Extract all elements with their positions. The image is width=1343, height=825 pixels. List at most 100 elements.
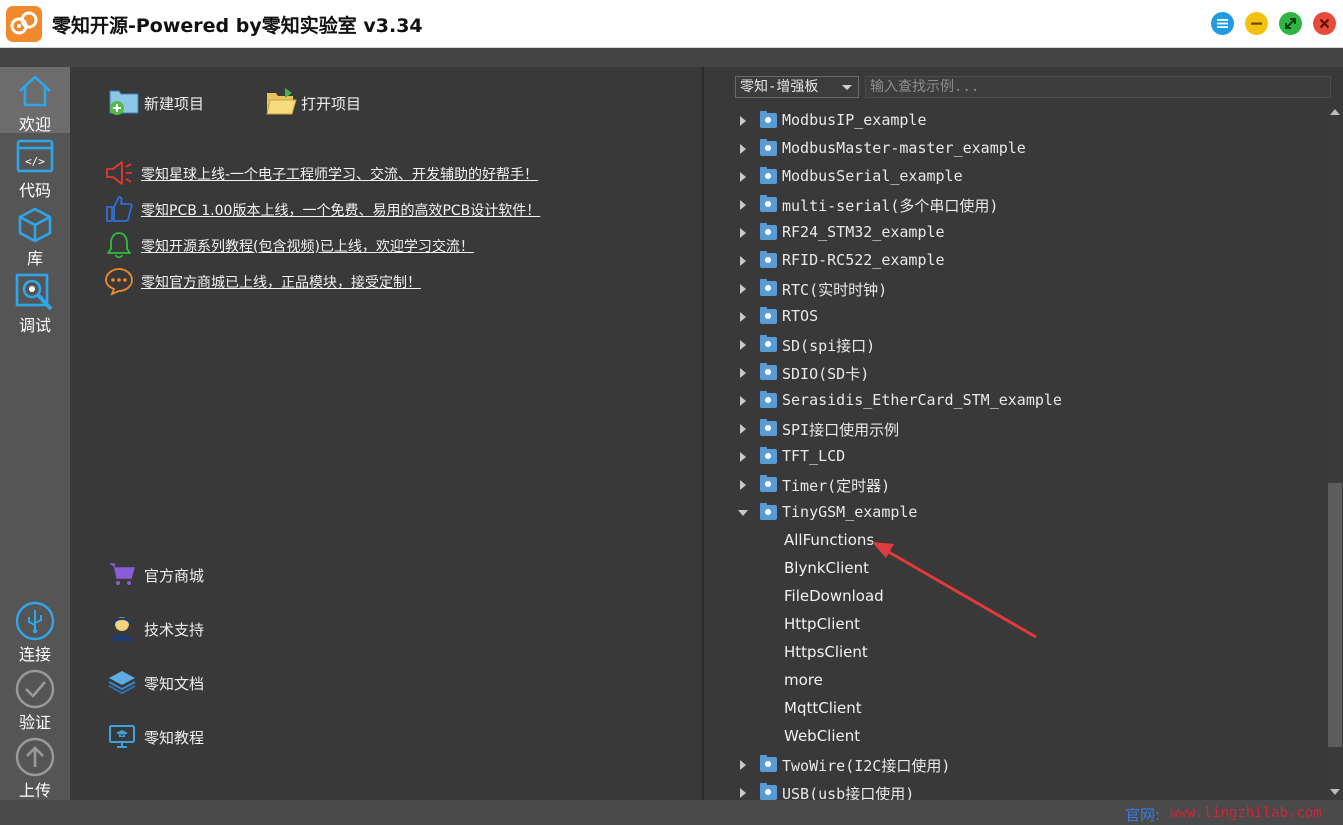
tree-example-row[interactable]: more: [704, 667, 1324, 695]
expand-right-arrow-icon[interactable]: [740, 284, 746, 294]
tree-folder-row[interactable]: USB(usb接口使用): [704, 779, 1324, 800]
scroll-down-arrow[interactable]: [1330, 789, 1340, 795]
toolbar-strip: [0, 48, 1343, 67]
close-icon[interactable]: [1313, 12, 1336, 35]
tree-folder-row[interactable]: ModbusSerial_example: [704, 163, 1324, 191]
new-project-button[interactable]: 新建项目: [108, 85, 228, 121]
tree-folder-row[interactable]: RFID-RC522_example: [704, 247, 1324, 275]
tree-folder-label: RFID-RC522_example: [782, 251, 945, 269]
tree-example-row[interactable]: HttpClient: [704, 611, 1324, 639]
chat-bubble-icon: [105, 268, 133, 296]
news-link[interactable]: 零知PCB 1.00版本上线，一个免费、易用的高效PCB设计软件！: [141, 200, 540, 220]
maximize-icon[interactable]: [1279, 12, 1302, 35]
folder-icon: [760, 195, 777, 212]
expand-right-arrow-icon[interactable]: [740, 340, 746, 350]
tree-folder-label: ModbusMaster-master_example: [782, 139, 1026, 157]
tree-folder-row[interactable]: SD(spi接口): [704, 331, 1324, 359]
news-link[interactable]: 零知官方商城已上线，正品模块，接受定制！: [141, 272, 421, 292]
tree-folder-row[interactable]: SDIO(SD卡): [704, 359, 1324, 387]
sidebar-item-label: 上传: [18, 781, 51, 800]
scrollbar-thumb[interactable]: [1328, 483, 1342, 747]
expand-right-arrow-icon[interactable]: [740, 424, 746, 434]
sidebar-item-connect[interactable]: 连接: [0, 597, 70, 664]
tree-example-label: HttpClient: [784, 615, 860, 633]
sidebar-item-code[interactable]: </> 代码: [0, 133, 70, 200]
folder-icon: [760, 363, 777, 380]
tree-folder-row[interactable]: RTOS: [704, 303, 1324, 331]
expand-right-arrow-icon[interactable]: [740, 396, 746, 406]
expand-right-arrow-icon[interactable]: [740, 228, 746, 238]
usb-icon: [15, 601, 55, 641]
open-folder-icon: [266, 88, 297, 115]
cube-icon: [18, 207, 52, 243]
tree-example-label: AllFunctions: [784, 531, 875, 549]
news-link[interactable]: 零知星球上线-一个电子工程师学习、交流、开发辅助的好帮手！: [141, 164, 538, 184]
minimize-icon[interactable]: [1245, 12, 1268, 35]
tree-folder-row[interactable]: TinyGSM_example: [704, 499, 1324, 527]
expand-right-arrow-icon[interactable]: [740, 144, 746, 154]
expand-right-arrow-icon[interactable]: [740, 200, 746, 210]
tree-example-row[interactable]: WebClient: [704, 723, 1324, 751]
tree-folder-row[interactable]: TFT_LCD: [704, 443, 1324, 471]
tree-folder-label: USB(usb接口使用): [782, 785, 915, 800]
menu-icon[interactable]: [1211, 12, 1234, 35]
expand-right-arrow-icon[interactable]: [740, 172, 746, 182]
tree-example-row[interactable]: FileDownload: [704, 583, 1324, 611]
expand-right-arrow-icon[interactable]: [740, 480, 746, 490]
sidebar-item-welcome[interactable]: 欢迎: [0, 67, 70, 134]
scroll-up-arrow[interactable]: [1330, 109, 1340, 115]
tree-folder-row[interactable]: ModbusMaster-master_example: [704, 135, 1324, 163]
open-project-button[interactable]: 打开项目: [265, 85, 385, 121]
sidebar-item-library[interactable]: 库: [0, 201, 70, 268]
tree-folder-row[interactable]: SPI接口使用示例: [704, 415, 1324, 443]
sidebar-item-label: 验证: [18, 713, 51, 732]
folder-icon: [760, 419, 777, 436]
news-link[interactable]: 零知开源系列教程(包含视频)已上线，欢迎学习交流！: [141, 236, 474, 256]
expand-right-arrow-icon[interactable]: [740, 312, 746, 322]
expand-right-arrow-icon[interactable]: [740, 368, 746, 378]
tree-folder-label: SDIO(SD卡): [782, 365, 870, 383]
tree-folder-row[interactable]: multi-serial(多个串口使用): [704, 191, 1324, 219]
tree-folder-label: RTOS: [782, 307, 819, 325]
window-title: 零知开源-Powered by零知实验室 v3.34: [52, 15, 423, 37]
tree-example-row[interactable]: AllFunctions: [704, 527, 1324, 555]
folder-icon: [760, 139, 777, 156]
sidebar-item-debug[interactable]: 调试: [0, 268, 70, 335]
tree-folder-row[interactable]: TwoWire(I2C接口使用): [704, 751, 1324, 779]
tree-example-row[interactable]: HttpsClient: [704, 639, 1324, 667]
sidebar-item-verify[interactable]: 验证: [0, 665, 70, 732]
tree-example-row[interactable]: BlynkClient: [704, 555, 1324, 583]
tree-example-row[interactable]: MqttClient: [704, 695, 1324, 723]
tree-folder-row[interactable]: RF24_STM32_example: [704, 219, 1324, 247]
sidebar-item-label: 连接: [18, 645, 51, 664]
tree-folder-row[interactable]: Timer(定时器): [704, 471, 1324, 499]
docs-link[interactable]: 零知文档: [108, 668, 308, 698]
debug-icon: [15, 273, 53, 311]
tree-example-label: WebClient: [784, 727, 861, 745]
expand-right-arrow-icon[interactable]: [740, 760, 746, 770]
example-search-input[interactable]: [865, 76, 1331, 98]
tree-folder-row[interactable]: Serasidis_EtherCard_STM_example: [704, 387, 1324, 415]
examples-tree: ModbusIP_example ModbusMaster-master_exam…: [704, 107, 1324, 800]
tree-folder-label: Timer(定时器): [782, 477, 891, 495]
home-icon: [19, 75, 51, 107]
expand-right-arrow-icon[interactable]: [740, 788, 746, 798]
tree-folder-label: RTC(实时时钟): [782, 281, 888, 299]
tree-folder-row[interactable]: ModbusIP_example: [704, 107, 1324, 135]
tech-support-link[interactable]: 技术支持: [108, 614, 308, 644]
website-link[interactable]: www.lingzhilab.com: [1170, 805, 1322, 821]
tree-folder-row[interactable]: RTC(实时时钟): [704, 275, 1324, 303]
welcome-panel: 新建项目 打开项目 零知星球上线-一个电子工程师学习、交流、开发辅助的好帮手！ …: [70, 67, 702, 800]
bell-icon: [107, 232, 131, 259]
board-select[interactable]: 零知-增强板: [735, 76, 859, 98]
website-label: 官网:: [1125, 806, 1161, 824]
expand-right-arrow-icon[interactable]: [740, 256, 746, 266]
expand-right-arrow-icon[interactable]: [740, 452, 746, 462]
tree-folder-label: SD(spi接口): [782, 337, 876, 355]
expand-right-arrow-icon[interactable]: [740, 116, 746, 126]
official-store-link[interactable]: 官方商城: [108, 560, 308, 590]
tutorial-link[interactable]: 零知教程: [108, 722, 308, 752]
expand-down-arrow-icon[interactable]: [738, 510, 748, 516]
sidebar-item-upload[interactable]: 上传: [0, 733, 70, 800]
chevron-down-icon: [842, 85, 852, 90]
